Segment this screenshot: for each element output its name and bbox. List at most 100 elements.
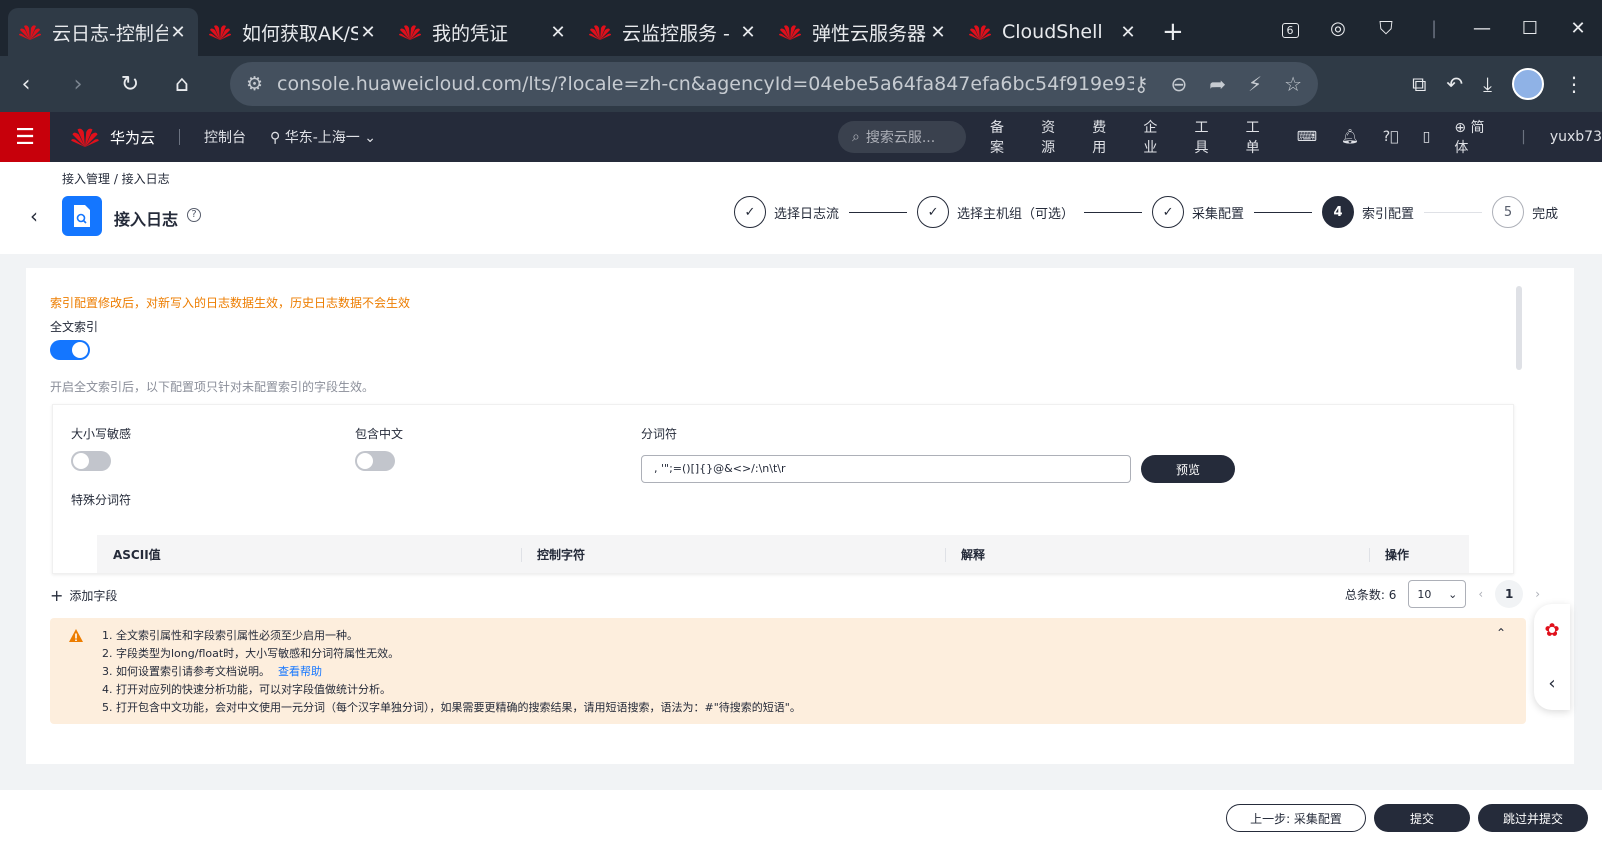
window-close-icon[interactable]: ✕: [1554, 18, 1602, 39]
user-menu[interactable]: yuxb73: [1550, 129, 1602, 145]
close-icon[interactable]: ✕: [1118, 22, 1138, 43]
notice-box: 1. 全文索引属性和字段索引属性必须至少启用一种。 2. 字段类型为long/f…: [50, 618, 1526, 724]
brand[interactable]: 华为云: [70, 124, 155, 150]
special-delimiter-label: 特殊分词符: [71, 493, 132, 507]
header-link-beian[interactable]: 备案: [990, 117, 1017, 157]
forward-arrow-icon[interactable]: ›: [52, 72, 104, 97]
close-icon[interactable]: ✕: [738, 22, 758, 43]
hamburger-menu-icon[interactable]: ☰: [0, 112, 50, 162]
browser-tab-0[interactable]: 云日志-控制台 ✕: [8, 8, 198, 56]
tab-title: 如何获取AK/SK: [242, 22, 358, 45]
more-menu-icon[interactable]: ⋮: [1564, 72, 1584, 96]
step-label: 索引配置: [1362, 206, 1415, 222]
close-icon[interactable]: ✕: [928, 22, 948, 43]
key-icon[interactable]: ⚷: [1134, 72, 1149, 96]
address-bar[interactable]: ⚙ console.huaweicloud.com/lts/?locale=zh…: [230, 62, 1318, 106]
collapse-left-icon[interactable]: ‹: [1548, 673, 1555, 694]
header-link-billing[interactable]: 费用: [1092, 117, 1119, 157]
incognito-icon[interactable]: ◎: [1314, 18, 1362, 39]
close-icon[interactable]: ✕: [168, 22, 188, 43]
header-link-resources[interactable]: 资源: [1041, 117, 1068, 157]
new-tab-button[interactable]: +: [1162, 8, 1184, 56]
profile-avatar[interactable]: [1512, 68, 1544, 100]
chevron-up-icon[interactable]: ⌃: [1496, 626, 1506, 640]
scrollbar[interactable]: [1516, 286, 1522, 370]
breadcrumb[interactable]: 接入管理 / 接入日志: [62, 170, 170, 187]
question-icon[interactable]: ?: [187, 208, 201, 222]
chinese-toggle[interactable]: [355, 451, 395, 471]
close-icon[interactable]: ✕: [548, 22, 568, 43]
extensions-shirt-icon[interactable]: ⛉: [1362, 18, 1410, 39]
warning-icon: [69, 629, 83, 642]
special-delimiter-table-header: ASCII值 控制字符 解释 操作: [97, 535, 1469, 573]
wizard-footer: 上一步: 采集配置 提交 跳过并提交: [0, 790, 1602, 861]
delimiter-label: 分词符: [641, 427, 678, 441]
browser-tab-3[interactable]: 云监控服务 - ✕: [578, 8, 768, 56]
url-text[interactable]: console.huaweicloud.com/lts/?locale=zh-c…: [277, 73, 1134, 95]
side-float-panel: ✿ ‹: [1534, 604, 1570, 710]
assistant-icon[interactable]: ✿: [1544, 620, 1559, 641]
back-chevron-icon[interactable]: ‹: [30, 204, 38, 228]
prev-page-icon[interactable]: ‹: [1478, 587, 1483, 601]
skip-and-submit-button[interactable]: 跳过并提交: [1478, 804, 1588, 832]
history-icon[interactable]: ↶: [1446, 72, 1463, 96]
help-link[interactable]: 查看帮助: [278, 665, 322, 678]
close-icon[interactable]: ✕: [358, 22, 378, 43]
tab-count-icon[interactable]: 6: [1266, 18, 1314, 39]
plus-icon: +: [50, 586, 64, 605]
reload-icon[interactable]: ↻: [104, 72, 156, 97]
region-label: 华东-上海一: [284, 130, 360, 146]
separator: |: [1430, 17, 1438, 39]
help-icon[interactable]: ?⃝: [1383, 129, 1399, 145]
cloudshell-icon[interactable]: ⌨: [1297, 129, 1317, 145]
minimize-icon[interactable]: —: [1458, 18, 1506, 39]
page-size-select[interactable]: 10 ⌄: [1408, 580, 1467, 608]
header-link-tools[interactable]: 工具: [1195, 117, 1222, 157]
language-selector[interactable]: ⊕ 简体: [1454, 117, 1497, 157]
next-page-icon[interactable]: ›: [1535, 587, 1540, 601]
prev-step-button[interactable]: 上一步: 采集配置: [1226, 804, 1366, 832]
add-field-button[interactable]: + 添加字段: [50, 586, 117, 605]
case-sensitive-toggle[interactable]: [71, 451, 111, 471]
home-icon[interactable]: ⌂: [156, 72, 208, 97]
header-link-tickets[interactable]: 工单: [1246, 117, 1273, 157]
step-finish: 5 完成: [1492, 196, 1558, 228]
browser-tab-1[interactable]: 如何获取AK/SK ✕: [198, 8, 388, 56]
index-warning: 索引配置修改后，对新写入的日志数据生效，历史日志数据不会生效: [50, 296, 411, 310]
chevron-down-icon: ⌄: [1448, 587, 1458, 601]
share-icon[interactable]: ➦: [1209, 72, 1226, 96]
fulltext-label: 全文索引: [50, 320, 99, 334]
browser-tab-4[interactable]: 弹性云服务器 ✕: [768, 8, 958, 56]
fulltext-toggle[interactable]: [50, 340, 90, 360]
back-arrow-icon[interactable]: ‹: [0, 72, 52, 97]
browser-tab-5[interactable]: CloudShell ✕: [958, 8, 1148, 56]
star-icon[interactable]: ☆: [1284, 72, 1302, 96]
huawei-logo-icon: [209, 25, 231, 40]
col-actions: 操作: [1369, 546, 1469, 563]
check-icon: ✓: [1152, 196, 1185, 228]
zoom-out-icon[interactable]: ⊖: [1170, 72, 1187, 96]
tab-title: CloudShell: [1002, 21, 1103, 43]
window-controls: 6 ◎ ⛉ | — ☐ ✕: [1266, 0, 1602, 56]
preview-button[interactable]: 预览: [1141, 455, 1235, 483]
puzzle-icon[interactable]: ⧉: [1412, 72, 1426, 96]
region-selector[interactable]: ⚲ 华东-上海一 ⌄: [270, 127, 376, 147]
console-link[interactable]: 控制台: [204, 127, 246, 147]
download-icon[interactable]: ⤓: [1483, 72, 1492, 96]
submit-button[interactable]: 提交: [1374, 804, 1470, 832]
site-info-icon[interactable]: ⚙: [246, 73, 263, 95]
step-connector: [1254, 211, 1313, 213]
delimiter-input[interactable]: , '";=()[]{}@&<>/:\n\t\r: [641, 455, 1131, 483]
browser-tab-2[interactable]: 我的凭证 ✕: [388, 8, 578, 56]
bell-icon[interactable]: 🔔︎: [1341, 129, 1359, 145]
page-number[interactable]: 1: [1495, 580, 1524, 608]
maximize-icon[interactable]: ☐: [1506, 18, 1554, 39]
feedback-icon[interactable]: ▯: [1423, 129, 1431, 145]
toggle-knob: [72, 342, 88, 358]
header-link-enterprise[interactable]: 企业: [1143, 117, 1170, 157]
huawei-logo-icon: [589, 25, 611, 40]
header-search[interactable]: ⌕ 搜索云服...: [838, 121, 966, 153]
total-count: 6: [1388, 587, 1397, 602]
page-title: 接入日志: [114, 210, 179, 229]
bolt-icon[interactable]: ⚡: [1248, 72, 1262, 96]
